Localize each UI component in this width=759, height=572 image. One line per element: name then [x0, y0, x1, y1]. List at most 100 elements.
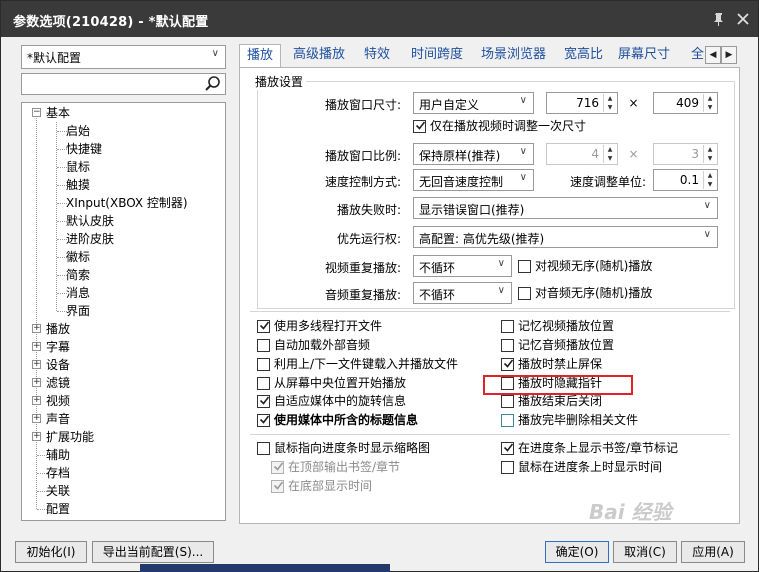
speed-unit-spinner[interactable]: 0.1 ▲ ▼ [653, 169, 718, 191]
tree-item-6[interactable]: 默认皮肤 [66, 212, 114, 230]
tree-item-8[interactable]: 徽标 [66, 248, 90, 266]
option-options-left-5[interactable]: 使用媒体中所含的标题信息 [257, 412, 418, 428]
profile-select[interactable]: *默认配置 ∨ [21, 45, 226, 69]
tree-item-11[interactable]: 界面 [66, 302, 90, 320]
tab-3[interactable]: 时间跨度 [404, 44, 470, 68]
expand-toggle-icon[interactable]: + [32, 396, 41, 405]
option-options-left-4[interactable]: 自适应媒体中的旋转信息 [257, 393, 406, 409]
tree-item-3[interactable]: 鼠标 [66, 158, 90, 176]
hover-time-checkbox[interactable]: 鼠标在进度条上时显示时间 [501, 459, 662, 475]
tree-item-14[interactable]: 设备 [46, 356, 70, 374]
checkbox-box[interactable] [501, 461, 514, 474]
checkbox-box[interactable] [518, 287, 531, 300]
checkbox-box[interactable] [518, 260, 531, 273]
ratio-select[interactable]: 保持原样(推荐) ∨ [413, 143, 534, 165]
tree-item-15[interactable]: 滤镜 [46, 374, 70, 392]
ok-button[interactable]: 确定(O) [545, 541, 609, 563]
checkbox-box[interactable] [257, 442, 270, 455]
tree-item-2[interactable]: 快捷键 [66, 140, 102, 158]
option-options-right-5[interactable]: 播放完毕删除相关文件 [501, 412, 638, 428]
checkbox-box[interactable] [257, 377, 270, 390]
option-options-left-1[interactable]: 自动加载外部音频 [257, 337, 370, 353]
tab-0[interactable]: 播放 [239, 44, 282, 69]
checkbox-box[interactable] [501, 395, 514, 408]
option-options-right-1[interactable]: 记忆音频播放位置 [501, 337, 614, 353]
window-size-select[interactable]: 用户自定义 ∨ [413, 92, 534, 114]
tree-item-20[interactable]: 存档 [46, 464, 70, 482]
settings-tree[interactable]: − 基本 启始 快捷键 鼠标 触摸 XInput(XBOX 控制器) 默认皮肤 进阶皮肤 徽标 简索… [21, 102, 226, 521]
option-options-right-2[interactable]: 播放时禁止屏保 [501, 356, 602, 372]
option-options-left-2[interactable]: 利用上/下一文件键载入并播放文件 [257, 356, 458, 372]
tree-item-13[interactable]: 字幕 [46, 338, 70, 356]
audio-shuffle-checkbox[interactable]: 对音频无序(随机)播放 [518, 285, 652, 301]
tab-4[interactable]: 场景浏览器 [474, 44, 553, 68]
tab-2[interactable]: 特效 [357, 44, 397, 68]
fail-action-select[interactable]: 显示错误窗口(推荐) ∨ [413, 197, 718, 219]
option-options-right-4[interactable]: 播放结束后关闭 [501, 393, 602, 409]
speed-mode-select[interactable]: 无回音速度控制 ∨ [413, 169, 534, 191]
video-repeat-select[interactable]: 不循环 ∨ [413, 255, 512, 277]
expand-toggle-icon[interactable]: + [32, 360, 41, 369]
expand-toggle-icon[interactable]: + [32, 324, 41, 333]
search-icon[interactable] [203, 75, 223, 93]
priority-select[interactable]: 高配置: 高优先级(推荐) ∨ [413, 226, 718, 248]
option-options-right-0[interactable]: 记忆视频播放位置 [501, 318, 614, 334]
tree-item-4[interactable]: 触摸 [66, 176, 90, 194]
tree-item-22[interactable]: 配置 [46, 500, 70, 518]
option-options-left-0[interactable]: 使用多线程打开文件 [257, 318, 382, 334]
video-shuffle-checkbox[interactable]: 对视频无序(随机)播放 [518, 258, 652, 274]
tree-item-0[interactable]: 基本 [46, 104, 70, 122]
title-bar[interactable]: 参数选项(210428) - *默认配置 [1, 1, 758, 37]
width-spinner[interactable]: 716 ▲ ▼ [546, 92, 618, 114]
spin-arrows-icon[interactable]: ▲ ▼ [703, 94, 716, 112]
tab-scroll-left-icon[interactable]: ◀ [705, 46, 721, 64]
expand-toggle-icon[interactable]: − [32, 108, 41, 117]
expand-toggle-icon[interactable]: + [32, 378, 41, 387]
checkbox-box[interactable] [501, 320, 514, 333]
checkbox-box[interactable] [257, 395, 270, 408]
tab-1[interactable]: 高级播放 [286, 44, 352, 68]
checkbox-box[interactable] [501, 414, 514, 427]
tree-item-21[interactable]: 关联 [46, 482, 70, 500]
search-input[interactable] [21, 73, 226, 95]
pin-icon[interactable] [709, 9, 729, 29]
export-config-button[interactable]: 导出当前配置(S)... [92, 541, 214, 563]
checkbox-box[interactable] [413, 120, 426, 133]
show-marks-checkbox[interactable]: 在进度条上显示书签/章节标记 [501, 440, 678, 456]
checkbox-box[interactable] [501, 339, 514, 352]
spin-arrows-icon[interactable]: ▲ ▼ [603, 94, 616, 112]
expand-toggle-icon[interactable]: + [32, 342, 41, 351]
tree-item-18[interactable]: 扩展功能 [46, 428, 94, 446]
tree-item-7[interactable]: 进阶皮肤 [66, 230, 114, 248]
checkbox-box[interactable] [501, 442, 514, 455]
tree-item-17[interactable]: 声音 [46, 410, 70, 428]
apply-button[interactable]: 应用(A) [681, 541, 745, 563]
checkbox-box[interactable] [257, 339, 270, 352]
tree-item-12[interactable]: 播放 [46, 320, 70, 338]
tab-6[interactable]: 屏幕尺寸 [611, 44, 677, 68]
expand-toggle-icon[interactable]: + [32, 414, 41, 423]
tree-item-5[interactable]: XInput(XBOX 控制器) [66, 194, 188, 212]
tree-item-9[interactable]: 简索 [66, 266, 90, 284]
checkbox-box[interactable] [257, 414, 270, 427]
audio-repeat-select[interactable]: 不循环 ∨ [413, 282, 512, 304]
spin-arrows-icon[interactable]: ▲ ▼ [703, 171, 716, 189]
height-spinner[interactable]: 409 ▲ ▼ [653, 92, 718, 114]
tree-item-16[interactable]: 视频 [46, 392, 70, 410]
checkbox-box[interactable] [257, 358, 270, 371]
checkbox-box[interactable] [501, 358, 514, 371]
option-options-left-3[interactable]: 从屏幕中央位置开始播放 [257, 375, 406, 391]
cancel-button[interactable]: 取消(C) [613, 541, 677, 563]
adjust-once-checkbox[interactable]: 仅在播放视频时调整一次尺寸 [413, 118, 586, 134]
init-button[interactable]: 初始化(I) [15, 541, 87, 563]
window-title: 参数选项(210428) - *默认配置 [13, 15, 209, 30]
seek-thumbnail-checkbox[interactable]: 鼠标指向进度条时显示缩略图 [257, 440, 430, 456]
checkbox-box[interactable] [257, 320, 270, 333]
expand-toggle-icon[interactable]: + [32, 432, 41, 441]
tab-5[interactable]: 宽高比 [557, 44, 610, 68]
close-icon[interactable] [733, 9, 753, 29]
tree-item-1[interactable]: 启始 [66, 122, 90, 140]
tree-item-19[interactable]: 辅助 [46, 446, 70, 464]
tree-item-10[interactable]: 消息 [66, 284, 90, 302]
tab-scroll-right-icon[interactable]: ▶ [721, 46, 737, 64]
